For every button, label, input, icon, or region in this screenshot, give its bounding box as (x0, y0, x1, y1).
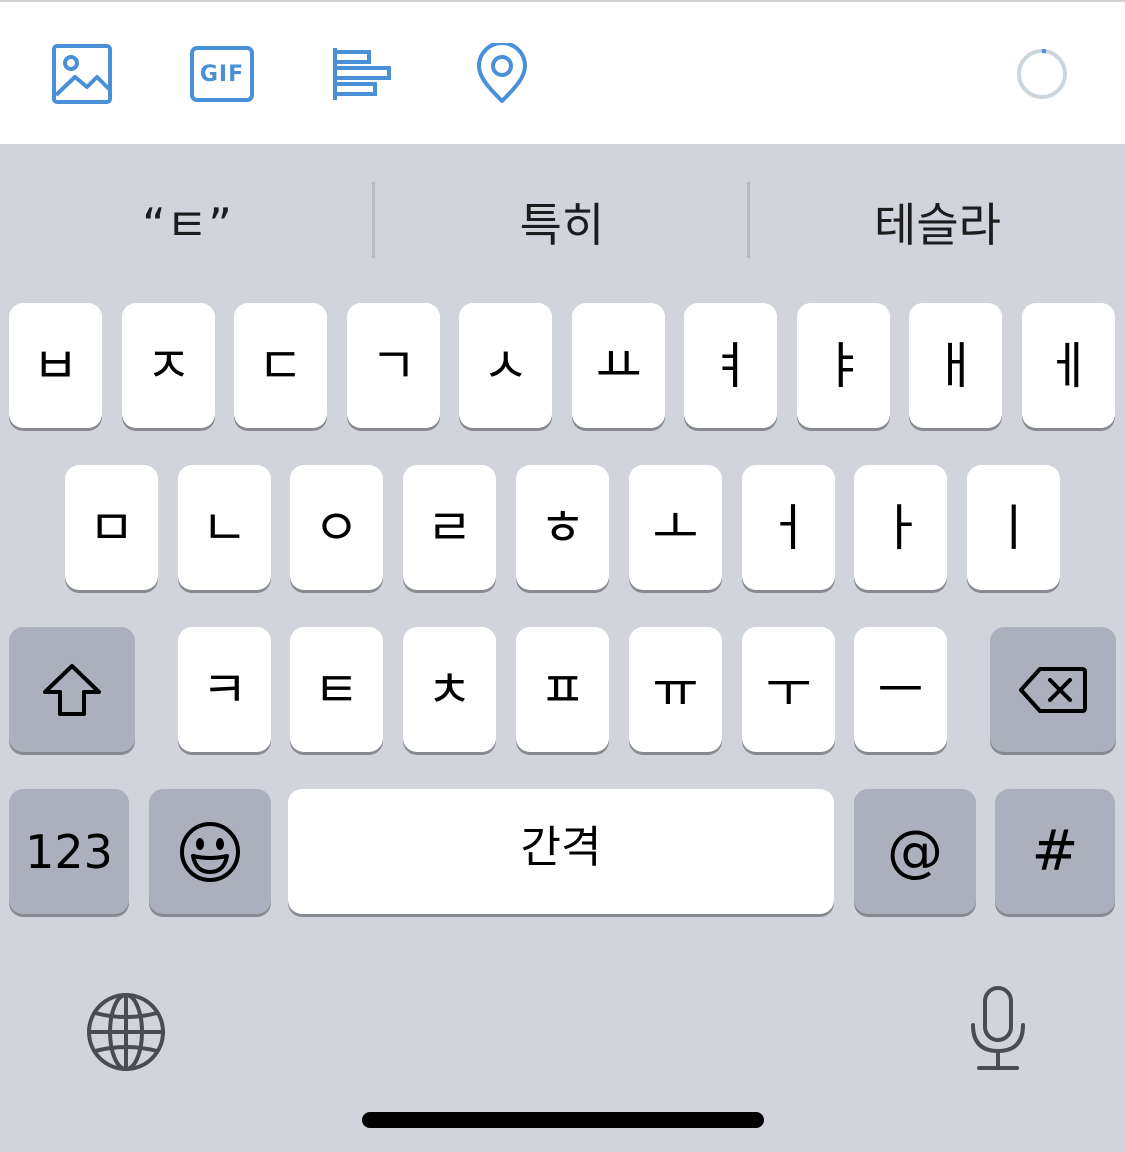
key[interactable]: ㄱ (347, 303, 440, 428)
key[interactable]: ㅡ (854, 627, 947, 752)
delete-key[interactable] (990, 627, 1116, 752)
key[interactable]: ㅁ (65, 465, 158, 590)
progress-ring-icon (1017, 49, 1067, 99)
key[interactable]: ㅌ (290, 627, 383, 752)
key-label: ㅓ (765, 498, 812, 557)
numbers-key[interactable]: 123 (9, 789, 129, 914)
home-indicator[interactable] (362, 1112, 764, 1128)
key-label: ㅜ (765, 660, 812, 719)
key-label: ㄱ (370, 336, 417, 395)
microphone-icon (971, 986, 1025, 1070)
key-label: ㅡ (877, 660, 924, 719)
key-label: ㅈ (145, 336, 192, 395)
key[interactable]: ㅇ (290, 465, 383, 590)
key-label: ㅁ (88, 498, 135, 557)
key-label: ㅇ (313, 498, 360, 557)
key-label: ㅠ (652, 660, 699, 719)
key-label: ㅎ (539, 498, 586, 557)
key-label: ㅍ (539, 660, 586, 719)
key[interactable]: ㅋ (178, 627, 271, 752)
key-label: ㅗ (652, 498, 699, 557)
key[interactable]: ㅅ (459, 303, 552, 428)
key[interactable]: ㅜ (742, 627, 835, 752)
key-label: ㅣ (990, 498, 1037, 557)
key[interactable]: ㅑ (797, 303, 890, 428)
globe-button[interactable] (84, 990, 168, 1074)
key[interactable]: ㅣ (967, 465, 1060, 590)
location-icon (477, 43, 527, 103)
key-label: ㅊ (426, 660, 473, 719)
suggestion-3[interactable]: 테슬라 (750, 182, 1125, 262)
poll-button[interactable] (328, 40, 396, 108)
key-label: ㅛ (595, 336, 642, 395)
suggestion-2[interactable]: 특히 (375, 182, 749, 262)
key-label: ㅔ (1045, 336, 1092, 395)
at-key[interactable]: @ (854, 789, 976, 914)
hash-key[interactable]: # (995, 789, 1115, 914)
key[interactable]: ㅏ (854, 465, 947, 590)
location-button[interactable] (468, 40, 536, 108)
gif-button[interactable]: GIF (188, 40, 256, 108)
key-label: ㄷ (257, 336, 304, 395)
key-label: ㅋ (201, 660, 248, 719)
character-progress (1008, 40, 1076, 108)
emoji-key[interactable] (149, 789, 271, 914)
key[interactable]: ㅂ (9, 303, 102, 428)
key-label: ㅐ (932, 336, 979, 395)
key[interactable]: ㅠ (629, 627, 722, 752)
key-label: ㅏ (877, 498, 924, 557)
key-label: ㅌ (313, 660, 360, 719)
gif-label: GIF (199, 61, 245, 87)
key[interactable]: ㅎ (516, 465, 609, 590)
key-label: ㄹ (426, 498, 473, 557)
key[interactable]: ㄷ (234, 303, 327, 428)
globe-icon (87, 993, 165, 1071)
key[interactable]: ㅈ (122, 303, 215, 428)
emoji-icon (180, 821, 240, 882)
key[interactable]: ㅕ (684, 303, 777, 428)
space-key-label: 간격 (520, 821, 602, 873)
key[interactable]: ㄴ (178, 465, 271, 590)
shift-icon (43, 663, 101, 716)
shift-key[interactable] (9, 627, 135, 752)
key[interactable]: ㅊ (403, 627, 496, 752)
key[interactable]: ㄹ (403, 465, 496, 590)
key-label: ㄴ (201, 498, 248, 557)
key-label: ㅑ (820, 336, 867, 395)
key-label: ㅂ (32, 336, 79, 395)
key-label: ㅅ (482, 336, 529, 395)
suggestion-1[interactable]: “ㅌ” (0, 182, 374, 262)
numbers-key-label: 123 (25, 824, 113, 879)
compose-toolbar: GIF (0, 0, 1125, 144)
poll-icon (333, 48, 391, 100)
space-key[interactable]: 간격 (288, 789, 834, 914)
image-button[interactable] (48, 40, 116, 108)
delete-icon (1019, 666, 1087, 713)
dictation-button[interactable] (962, 984, 1034, 1074)
key[interactable]: ㅛ (572, 303, 665, 428)
key[interactable]: ㅍ (516, 627, 609, 752)
key[interactable]: ㅓ (742, 465, 835, 590)
image-icon (52, 44, 112, 104)
at-key-label: @ (887, 818, 943, 884)
key[interactable]: ㅗ (629, 465, 722, 590)
key[interactable]: ㅔ (1022, 303, 1115, 428)
key[interactable]: ㅐ (909, 303, 1002, 428)
key-label: ㅕ (707, 336, 754, 395)
hash-key-label: # (1031, 818, 1079, 884)
